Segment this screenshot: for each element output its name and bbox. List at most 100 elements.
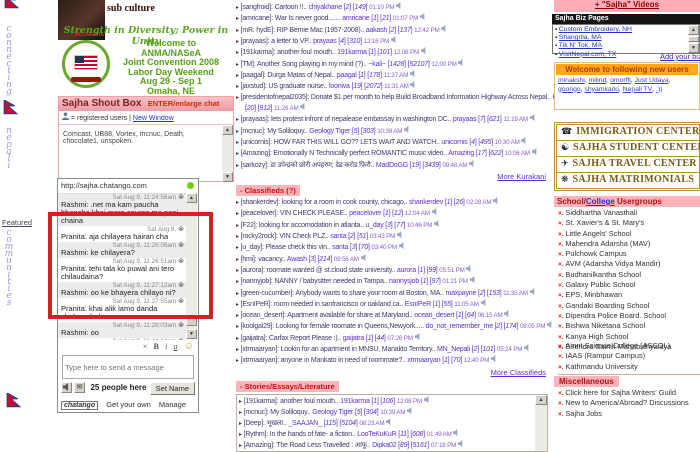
student-center-link[interactable]: ☯SAJHA STUDENT CENTER bbox=[556, 140, 700, 157]
scroll-up-button[interactable]: ▲ bbox=[688, 25, 699, 35]
stories-scrollbar[interactable]: ▲ bbox=[535, 395, 547, 451]
miscellaneous-item[interactable]: Sajha Jobs bbox=[558, 409, 700, 419]
envelope-icon[interactable]: ✉ bbox=[74, 382, 85, 393]
travel-center-link[interactable]: ✈SAJHA TRAVEL CENTER bbox=[556, 156, 700, 173]
school-usergroup-item[interactable]: Pulchowk Campus bbox=[558, 249, 700, 259]
college-usergroup-item[interactable]: Kathmandu University bbox=[558, 362, 700, 372]
new-user-link[interactable]: shyamkarki bbox=[584, 86, 618, 93]
school-usergroup-item[interactable]: Budhanilkantha School bbox=[558, 270, 700, 280]
replier-link[interactable]: santa bbox=[332, 244, 348, 251]
chat-message-list[interactable]: Sat Aug 9, 11:24:58am⊗ Rashmi: .net ma k… bbox=[58, 193, 187, 340]
close-icon[interactable]: ⊗ bbox=[178, 242, 184, 249]
scroll-up-button[interactable]: ▲ bbox=[535, 395, 547, 405]
add-your-biz-link[interactable]: Add your biz bbox=[660, 52, 700, 61]
bold-button[interactable]: B bbox=[154, 342, 159, 351]
miscellaneous-item[interactable]: New to America/Abroad? Discussions bbox=[558, 398, 700, 408]
replier-link[interactable]: xtrmaaryan bbox=[407, 357, 440, 364]
scroll-up-button[interactable]: ▲ bbox=[222, 125, 233, 135]
school-usergroup-item[interactable]: Siddhartha Vanasthali bbox=[558, 208, 700, 218]
biz-page-link[interactable]: Shangrila, MA bbox=[559, 34, 602, 41]
set-name-button[interactable]: Set Name bbox=[150, 382, 195, 395]
remove-format-button[interactable]: × bbox=[143, 342, 148, 351]
replier-link[interactable]: Geology Tiger bbox=[312, 409, 353, 416]
replier-link[interactable]: nannysjob bbox=[389, 278, 419, 285]
close-icon[interactable]: ⊗ bbox=[178, 322, 184, 329]
biz-page-link[interactable]: VisitNepal.com, TX bbox=[559, 51, 617, 58]
replier-link[interactable]: prayaas bbox=[453, 116, 477, 123]
biz-page-link[interactable]: Tik N' Tok, MA bbox=[559, 42, 602, 49]
close-icon[interactable]: ⊗ bbox=[178, 282, 184, 289]
chatango-logo[interactable]: chatango bbox=[61, 401, 98, 410]
more-kurakani-link[interactable]: More Kurakani bbox=[238, 172, 546, 181]
new-user-link[interactable]: Nepali TV bbox=[623, 86, 653, 93]
close-icon[interactable]: ⊗ bbox=[178, 194, 184, 201]
scroll-thumb[interactable] bbox=[688, 36, 699, 42]
school-usergroup-item[interactable]: Little Angels' School bbox=[558, 229, 700, 239]
school-usergroup-item[interactable]: Galaxy Public School bbox=[558, 280, 700, 290]
replier-link[interactable]: unicornis bbox=[441, 139, 467, 146]
replier-link[interactable]: aurora bbox=[397, 267, 416, 274]
smiley-icon[interactable]: ☺ bbox=[184, 341, 194, 352]
replier-link[interactable]: gaijatra bbox=[343, 335, 364, 342]
speaker-icon[interactable] bbox=[61, 382, 72, 393]
college-usergroup-item[interactable]: IAAS (Rampur Campus) bbox=[558, 351, 700, 361]
new-user-link[interactable]: goongo bbox=[558, 86, 581, 93]
close-icon[interactable]: ⊗ bbox=[178, 298, 184, 305]
school-usergroup-item[interactable]: St. Xavier's & St. Mary's bbox=[558, 218, 700, 228]
school-usergroup-item[interactable]: Dipendra Police Board. School bbox=[558, 311, 700, 321]
college-link[interactable]: College bbox=[586, 197, 615, 206]
college-usergroup-item[interactable]: Amrit Science College (ASCOL) bbox=[558, 341, 700, 351]
replier-link[interactable]: EsnIPeR bbox=[405, 301, 431, 308]
replier-link[interactable]: ocean_desert bbox=[414, 312, 454, 319]
biz-page-link[interactable]: Custom Embroidery, NH bbox=[559, 26, 632, 33]
new-user-link[interactable]: Just Udaya bbox=[635, 77, 669, 84]
chat-scrollbar[interactable]: ▲ ▼ bbox=[186, 193, 197, 339]
school-usergroup-item[interactable]: Gandaki Boarding School bbox=[558, 301, 700, 311]
replier-link[interactable]: paagal bbox=[337, 72, 357, 79]
school-usergroup-item[interactable]: EPS, Minbhawan bbox=[558, 290, 700, 300]
replier-link[interactable]: prayaas bbox=[313, 38, 337, 45]
replier-link[interactable]: Amazing bbox=[448, 150, 474, 157]
new-user-link[interactable]: omorffi bbox=[610, 77, 631, 84]
manage-link[interactable]: Manage bbox=[159, 400, 186, 409]
immigration-center-link[interactable]: ☎IMMIGRATION CENTER bbox=[556, 124, 700, 141]
sajha-videos-link[interactable]: + "Sajha" Videos bbox=[595, 0, 659, 9]
replier-link[interactable]: amricane bbox=[342, 15, 369, 22]
close-icon[interactable]: ⊗ bbox=[178, 338, 184, 340]
chat-input[interactable] bbox=[62, 355, 194, 379]
underline-button[interactable]: u bbox=[174, 342, 178, 351]
school-usergroup-item[interactable]: AVM (Adarsha Vidya Mandir) bbox=[558, 259, 700, 269]
biz-scrollbar[interactable]: ▲ ▼ bbox=[688, 25, 699, 53]
matrimonials-link[interactable]: ❋SAJHA MATRIMONIALS bbox=[556, 172, 700, 189]
school-usergroup-item[interactable]: Bishwa Niketana School bbox=[558, 321, 700, 331]
replier-link[interactable]: santa bbox=[330, 233, 346, 240]
replier-link[interactable]: MadDoGG bbox=[376, 162, 408, 169]
miscellaneous-item[interactable]: Click here for Sajha Writers' Guild bbox=[558, 388, 700, 398]
scroll-down-button[interactable]: ▼ bbox=[186, 329, 197, 339]
shoutbox-scrollbar[interactable]: ▲ ▼ bbox=[222, 125, 233, 182]
italic-button[interactable]: i bbox=[165, 342, 167, 351]
scroll-thumb[interactable] bbox=[186, 316, 197, 326]
replier-link[interactable]: MN_Nepali bbox=[437, 346, 470, 353]
close-icon[interactable]: ⊗ bbox=[178, 258, 184, 265]
replier-link[interactable]: chiyakhane bbox=[309, 4, 342, 11]
replier-link[interactable]: shankerdev bbox=[409, 199, 443, 206]
replier-link[interactable]: LooTeKuKuR bbox=[357, 431, 396, 438]
enter-enlarge-chat-link[interactable]: ENTER/enlarge chat bbox=[148, 99, 220, 108]
replier-link[interactable]: Geology Tiger bbox=[309, 128, 350, 135]
replier-link[interactable]: peacelover bbox=[349, 210, 381, 217]
replier-link[interactable]: Awash bbox=[287, 256, 307, 263]
replier-link[interactable]: 191karma bbox=[337, 49, 367, 56]
replier-link[interactable]: ~kali~ bbox=[368, 61, 385, 68]
close-icon[interactable]: ⊗ bbox=[178, 226, 184, 233]
get-your-own-link[interactable]: Get your own bbox=[106, 400, 151, 409]
more-classifieds-link[interactable]: More Classifieds bbox=[238, 368, 546, 377]
replier-link[interactable]: do_not_remember_me bbox=[426, 323, 493, 330]
new-user-link[interactable]: :)) bbox=[656, 86, 662, 93]
scroll-down-button[interactable]: ▼ bbox=[222, 172, 233, 182]
replier-link[interactable]: 191karma bbox=[340, 398, 370, 405]
replier-link[interactable]: u_day bbox=[365, 222, 383, 229]
replier-link[interactable]: looniva bbox=[329, 83, 350, 90]
replier-link[interactable]: aakash bbox=[366, 27, 387, 34]
replier-link[interactable]: _SAAJAN_ bbox=[288, 420, 321, 427]
